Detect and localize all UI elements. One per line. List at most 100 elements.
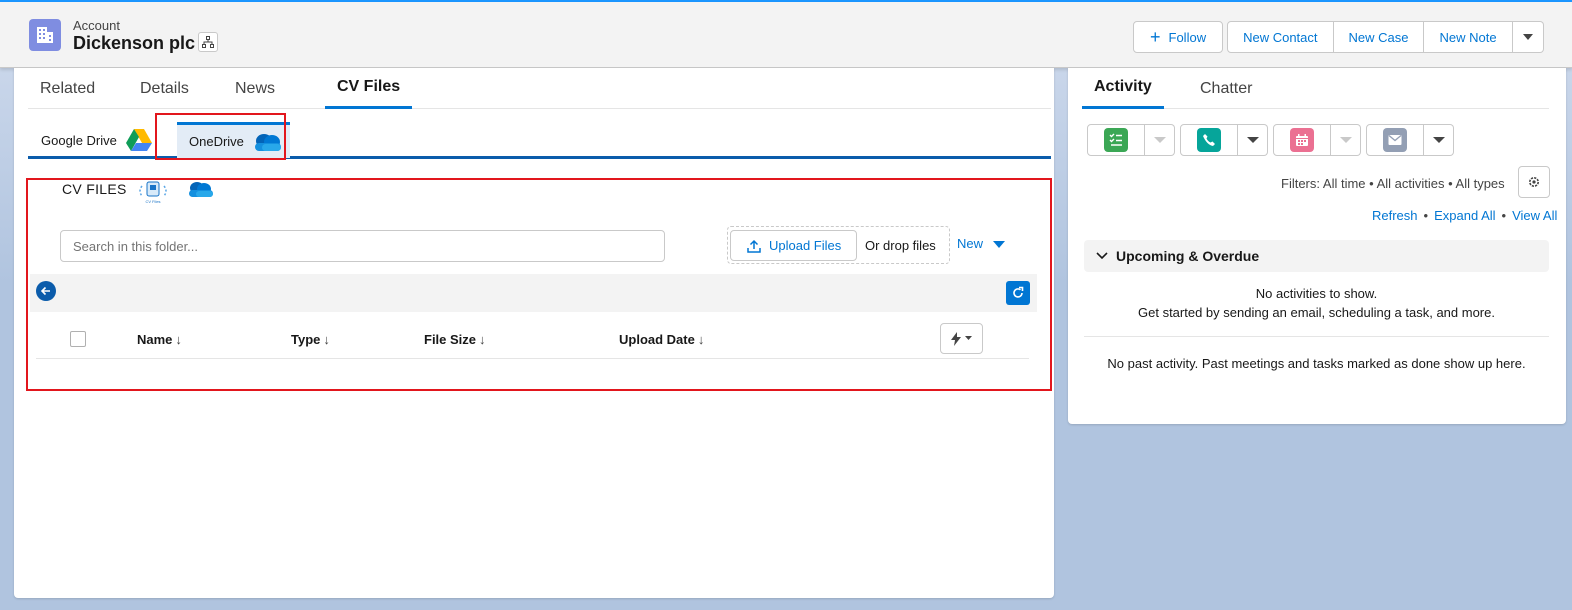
no-activities-message: No activities to show. Get started by se… <box>1084 284 1549 322</box>
chevron-down-icon <box>965 336 972 340</box>
files-table-header: Name ↓ Type ↓ File Size ↓ Upload Date ↓ <box>36 320 1029 359</box>
upload-files-button[interactable]: Upload Files <box>730 230 857 261</box>
tab-chatter[interactable]: Chatter <box>1188 68 1264 109</box>
hierarchy-button[interactable] <box>198 32 218 52</box>
select-all-checkbox[interactable] <box>70 331 86 347</box>
timeline-links: Refresh • Expand All • View All <box>1372 208 1557 223</box>
chevron-down-icon <box>1153 137 1166 143</box>
no-activities-text: No activities to show. <box>1255 286 1378 301</box>
bulk-actions-button[interactable] <box>940 323 983 354</box>
tab-details[interactable]: Details <box>128 68 223 109</box>
separator: • <box>1423 208 1429 223</box>
refresh-link[interactable]: Refresh <box>1372 208 1418 223</box>
email-publisher <box>1366 124 1454 156</box>
new-note-button[interactable]: New Note <box>1424 21 1513 53</box>
tab-cv-files[interactable]: CV Files <box>325 68 413 109</box>
account-icon <box>29 19 61 51</box>
view-all-link[interactable]: View All <box>1512 208 1557 223</box>
chevron-down-icon <box>1339 137 1352 143</box>
follow-label: Follow <box>1168 29 1207 45</box>
activity-tabs: Activity Chatter <box>1082 68 1549 109</box>
follow-button[interactable]: + Follow <box>1133 21 1224 53</box>
new-event-publisher <box>1273 124 1361 156</box>
lightning-bolt-icon <box>951 331 961 346</box>
chevron-down-icon <box>1246 137 1259 143</box>
object-label: Account <box>73 18 120 33</box>
sort-down-icon: ↓ <box>323 332 330 347</box>
call-dropdown-button[interactable] <box>1238 124 1268 156</box>
new-email-button[interactable] <box>1366 124 1424 156</box>
tab-news[interactable]: News <box>223 68 309 109</box>
new-dropdown[interactable]: New <box>957 236 1006 251</box>
timeline-settings-button[interactable] <box>1518 166 1550 198</box>
upcoming-overdue-title: Upcoming & Overdue <box>1116 248 1260 264</box>
column-name[interactable]: Name ↓ <box>137 332 182 347</box>
upload-icon <box>747 239 761 253</box>
get-started-text: Get started by sending an email, schedul… <box>1138 305 1495 320</box>
task-dropdown-button[interactable] <box>1145 124 1175 156</box>
column-upload-date[interactable]: Upload Date ↓ <box>619 332 704 347</box>
chevron-down-icon <box>1096 252 1108 260</box>
log-task-publisher <box>1087 124 1175 156</box>
upload-files-label: Upload Files <box>769 238 842 253</box>
new-task-button[interactable] <box>1087 124 1145 156</box>
drop-files-text: Or drop files <box>865 238 936 253</box>
refresh-icon <box>1013 286 1024 298</box>
record-name: Dickenson plc <box>73 33 196 53</box>
tab-google-drive[interactable]: Google Drive <box>41 122 153 158</box>
cv-files-title: CV FILES <box>62 181 127 197</box>
email-icon <box>1383 128 1407 152</box>
divider <box>1084 336 1549 337</box>
new-contact-button[interactable]: New Contact <box>1227 21 1334 53</box>
record-header: Account Dickenson plc + Follow New Conta… <box>0 2 1572 68</box>
event-icon <box>1290 128 1314 152</box>
svg-text:CV Files: CV Files <box>145 199 160 204</box>
column-type-label: Type <box>291 332 321 347</box>
cv-files-logo-icon: CV Files <box>139 181 167 204</box>
record-tabs: Related Details News CV Files <box>28 68 1051 109</box>
triangle-down-icon <box>993 240 1006 248</box>
sort-down-icon: ↓ <box>697 332 705 347</box>
arrow-left-icon <box>40 286 50 296</box>
task-icon <box>1104 128 1128 152</box>
chevron-down-icon <box>1432 137 1445 143</box>
refresh-button[interactable] <box>1006 281 1030 305</box>
google-drive-label: Google Drive <box>41 132 117 148</box>
column-file-size[interactable]: File Size ↓ <box>424 332 486 347</box>
sort-down-icon: ↓ <box>479 332 486 347</box>
log-call-publisher <box>1180 124 1268 156</box>
tab-activity[interactable]: Activity <box>1082 68 1164 109</box>
back-button[interactable] <box>36 281 56 301</box>
onedrive-highlight <box>155 113 286 160</box>
google-drive-icon <box>125 129 152 151</box>
email-dropdown-button[interactable] <box>1424 124 1454 156</box>
folder-search-input[interactable] <box>60 230 665 262</box>
folder-toolbar <box>30 274 1037 312</box>
separator: • <box>1501 208 1507 223</box>
activity-panel: Activity Chatter Filters: All time • All… <box>1068 68 1566 424</box>
column-type[interactable]: Type ↓ <box>291 332 330 347</box>
plus-icon: + <box>1150 27 1161 47</box>
hierarchy-icon <box>202 36 214 48</box>
header-actions: + Follow New Contact New Case New Note <box>1133 21 1544 53</box>
column-file-size-label: File Size <box>424 332 477 347</box>
sort-down-icon: ↓ <box>175 332 182 347</box>
column-name-label: Name <box>137 332 173 347</box>
new-label: New <box>957 236 984 251</box>
column-upload-date-label: Upload Date <box>619 332 695 347</box>
activity-filters-text: Filters: All time • All activities • All… <box>1281 176 1505 191</box>
new-event-button[interactable] <box>1273 124 1331 156</box>
call-icon <box>1197 128 1221 152</box>
new-case-button[interactable]: New Case <box>1333 21 1425 53</box>
tab-related[interactable]: Related <box>28 68 128 109</box>
event-dropdown-button[interactable] <box>1331 124 1361 156</box>
record-main-panel: Related Details News CV Files Google Dri… <box>14 68 1054 598</box>
gear-icon <box>1529 177 1539 187</box>
chevron-down-icon <box>1522 34 1533 40</box>
onedrive-cloud-icon <box>189 182 213 197</box>
expand-all-link[interactable]: Expand All <box>1434 208 1495 223</box>
log-call-button[interactable] <box>1180 124 1238 156</box>
no-past-activity-text: No past activity. Past meetings and task… <box>1107 356 1526 371</box>
upcoming-overdue-section[interactable]: Upcoming & Overdue <box>1084 240 1549 272</box>
more-actions-button[interactable] <box>1512 21 1544 53</box>
